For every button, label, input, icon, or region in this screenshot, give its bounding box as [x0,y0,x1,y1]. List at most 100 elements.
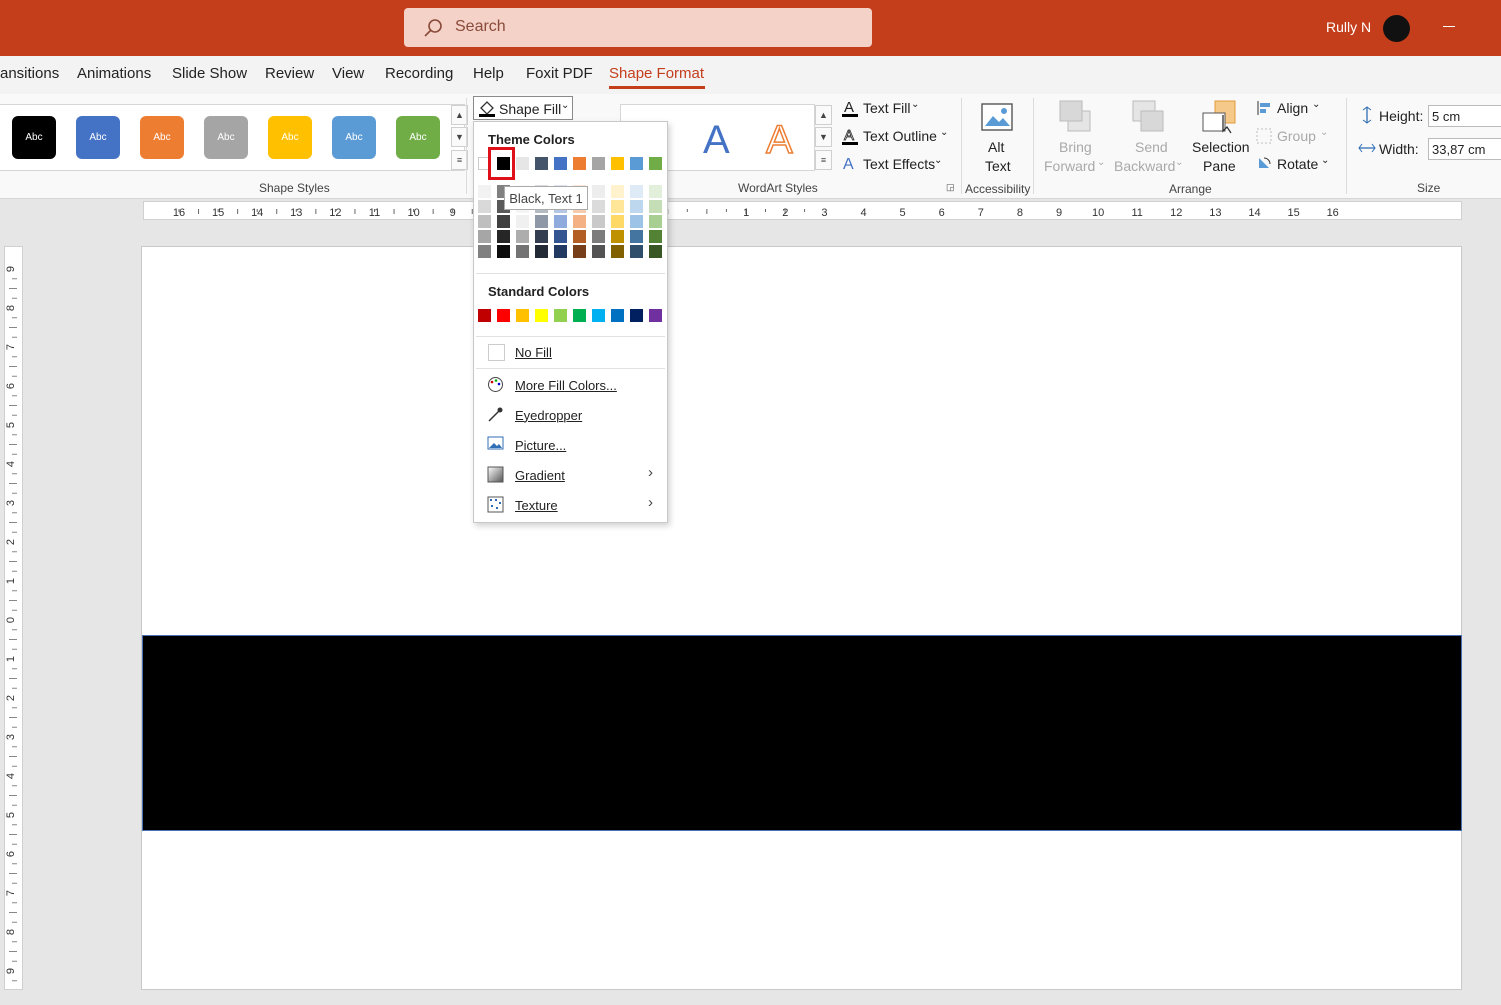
theme-color-shade-swatch[interactable] [497,245,510,258]
theme-color-shade-swatch[interactable] [516,215,529,228]
theme-color-shade-swatch[interactable] [611,200,624,213]
texture-item[interactable]: Texture [515,498,558,513]
theme-color-shade-swatch[interactable] [573,245,586,258]
standard-color-swatch[interactable] [516,309,529,322]
theme-color-shade-swatch[interactable] [478,200,491,213]
standard-color-swatch[interactable] [535,309,548,322]
theme-color-shade-swatch[interactable] [611,245,624,258]
theme-color-swatch[interactable] [516,157,529,170]
tab-slide-show[interactable]: Slide Show [172,65,247,82]
shape-fill-button[interactable]: Shape Fill ⌄ [473,96,573,120]
theme-color-shade-swatch[interactable] [535,245,548,258]
theme-color-shade-swatch[interactable] [478,215,491,228]
theme-color-shade-swatch[interactable] [611,215,624,228]
shape-style-swatch[interactable]: Abc [332,116,376,159]
no-fill-item[interactable]: No Fill [515,345,552,360]
theme-color-shade-swatch[interactable] [592,215,605,228]
gradient-item[interactable]: Gradient [515,468,565,483]
theme-color-shade-swatch[interactable] [630,230,643,243]
theme-color-shade-swatch[interactable] [478,230,491,243]
width-field[interactable]: 33,87 cm [1428,138,1501,160]
theme-color-shade-swatch[interactable] [592,200,605,213]
theme-color-shade-swatch[interactable] [592,185,605,198]
text-effects-button[interactable]: Text Effects [863,156,935,172]
theme-color-swatch[interactable] [649,157,662,170]
standard-color-swatch[interactable] [573,309,586,322]
tab-foxit-pdf[interactable]: Foxit PDF [526,65,593,82]
shape-style-swatch[interactable]: Abc [140,116,184,159]
theme-color-shade-swatch[interactable] [478,245,491,258]
theme-color-shade-swatch[interactable] [649,245,662,258]
theme-color-shade-swatch[interactable] [649,230,662,243]
theme-color-shade-swatch[interactable] [592,230,605,243]
theme-color-shade-swatch[interactable] [649,200,662,213]
tab-recording[interactable]: Recording [385,65,453,82]
selected-rectangle-shape[interactable] [142,635,1462,831]
theme-color-swatch[interactable] [630,157,643,170]
theme-color-shade-swatch[interactable] [630,245,643,258]
theme-color-swatch[interactable] [554,157,567,170]
slide-canvas[interactable] [141,246,1462,990]
tab-shape-format[interactable]: Shape Format [609,65,704,82]
wordart-style-blue[interactable]: A [703,118,730,163]
standard-color-swatch[interactable] [649,309,662,322]
theme-color-shade-swatch[interactable] [535,215,548,228]
theme-color-shade-swatch[interactable] [611,230,624,243]
user-name[interactable]: Rully N [1326,19,1371,35]
shape-style-swatch[interactable]: Abc [268,116,312,159]
alt-text-label-1[interactable]: Alt [988,139,1004,155]
tab-transitions[interactable]: ansitions [0,65,59,82]
theme-color-swatch[interactable] [573,157,586,170]
tab-animations[interactable]: Animations [77,65,151,82]
theme-color-shade-swatch[interactable] [497,230,510,243]
theme-color-shade-swatch[interactable] [554,230,567,243]
height-field[interactable]: 5 cm [1428,105,1501,127]
standard-color-swatch[interactable] [592,309,605,322]
eyedropper-item[interactable]: Eyedropper [515,408,582,423]
align-button[interactable]: Align [1277,100,1308,116]
theme-color-shade-swatch[interactable] [630,215,643,228]
theme-color-shade-swatch[interactable] [554,215,567,228]
shape-style-swatch[interactable]: Abc [12,116,56,159]
standard-color-swatch[interactable] [497,309,510,322]
text-fill-button[interactable]: Text Fill [863,100,910,116]
more-fill-colors-item[interactable]: More Fill Colors... [515,378,617,393]
theme-color-shade-swatch[interactable] [649,215,662,228]
theme-color-shade-swatch[interactable] [478,185,491,198]
theme-color-shade-swatch[interactable] [573,215,586,228]
picture-item[interactable]: Picture... [515,438,566,453]
wordart-scroll-down[interactable]: ▼ [815,127,832,147]
theme-color-shade-swatch[interactable] [516,230,529,243]
shape-style-swatch[interactable]: Abc [204,116,248,159]
theme-color-shade-swatch[interactable] [497,215,510,228]
theme-color-swatch[interactable] [611,157,624,170]
theme-color-swatch[interactable] [535,157,548,170]
theme-color-shade-swatch[interactable] [592,245,605,258]
theme-color-shade-swatch[interactable] [516,245,529,258]
wordart-style-orange-outline[interactable]: A [765,117,793,163]
wordart-more[interactable]: ≡ [815,150,832,170]
minimize-button[interactable] [1443,26,1455,27]
dialog-launcher-icon[interactable]: ◲ [946,182,955,193]
theme-color-shade-swatch[interactable] [611,185,624,198]
rotate-button[interactable]: Rotate [1277,156,1318,172]
standard-color-swatch[interactable] [554,309,567,322]
theme-color-shade-swatch[interactable] [554,245,567,258]
standard-color-swatch[interactable] [630,309,643,322]
theme-color-shade-swatch[interactable] [630,185,643,198]
tab-review[interactable]: Review [265,65,314,82]
search-box[interactable]: Search [404,8,872,47]
theme-color-shade-swatch[interactable] [649,185,662,198]
shape-style-swatch[interactable]: Abc [396,116,440,159]
theme-color-shade-swatch[interactable] [630,200,643,213]
theme-color-shade-swatch[interactable] [573,230,586,243]
wordart-scroll-up[interactable]: ▲ [815,105,832,125]
tab-view[interactable]: View [332,65,364,82]
selection-pane-label-2[interactable]: Pane [1203,158,1236,174]
selection-pane-label-1[interactable]: Selection [1192,139,1250,155]
theme-color-shade-swatch[interactable] [535,230,548,243]
theme-color-swatch[interactable] [592,157,605,170]
shape-style-swatch[interactable]: Abc [76,116,120,159]
standard-color-swatch[interactable] [611,309,624,322]
standard-color-swatch[interactable] [478,309,491,322]
